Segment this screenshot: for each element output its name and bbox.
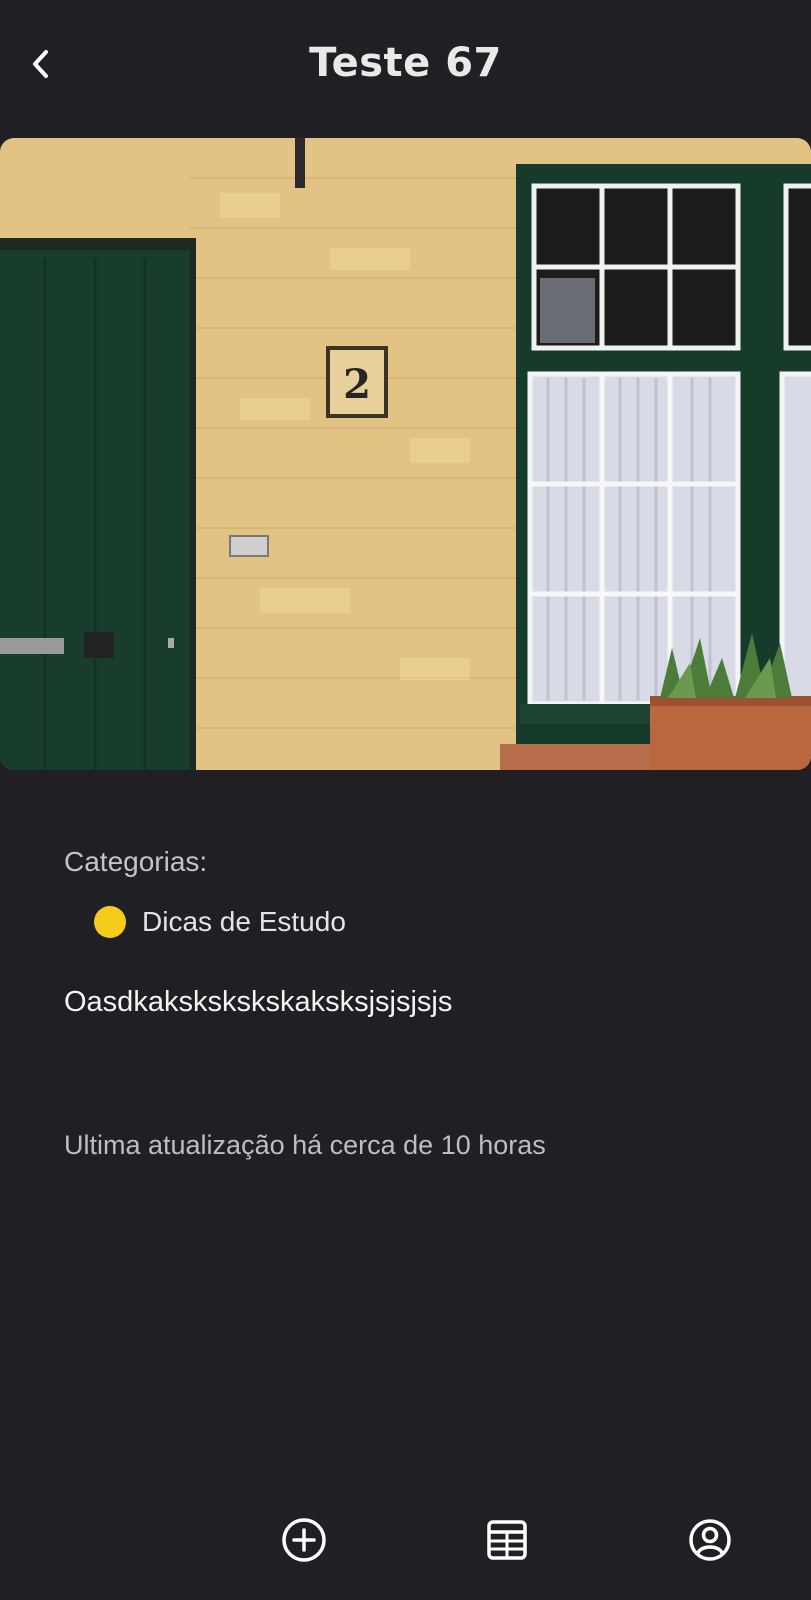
notes-table-button[interactable] (481, 1514, 533, 1566)
category-color-dot (94, 906, 126, 938)
bottom-nav (0, 1500, 811, 1580)
categories-label: Categorias: (64, 846, 208, 877)
table-icon (487, 1520, 527, 1560)
add-note-button[interactable] (278, 1514, 330, 1566)
page-title: Teste 67 (309, 40, 502, 86)
category-item: Dicas de Estudo (94, 906, 346, 938)
plus-circle-icon (282, 1518, 326, 1562)
note-cover-image: 2 (0, 138, 811, 770)
last-update-text: Ultima atualização há cerca de 10 horas (64, 1130, 546, 1160)
note-body: Oasdkakskskskskaksksjsjsjsjs (64, 986, 453, 1018)
note-detail-screen: Teste 67 2 Categorias: Dicas de Estudo O… (0, 0, 811, 1600)
profile-button[interactable] (684, 1514, 736, 1566)
category-name: Dicas de Estudo (142, 906, 346, 937)
user-circle-icon (689, 1519, 731, 1561)
header: Teste 67 (0, 0, 811, 130)
house-number: 2 (343, 361, 371, 408)
